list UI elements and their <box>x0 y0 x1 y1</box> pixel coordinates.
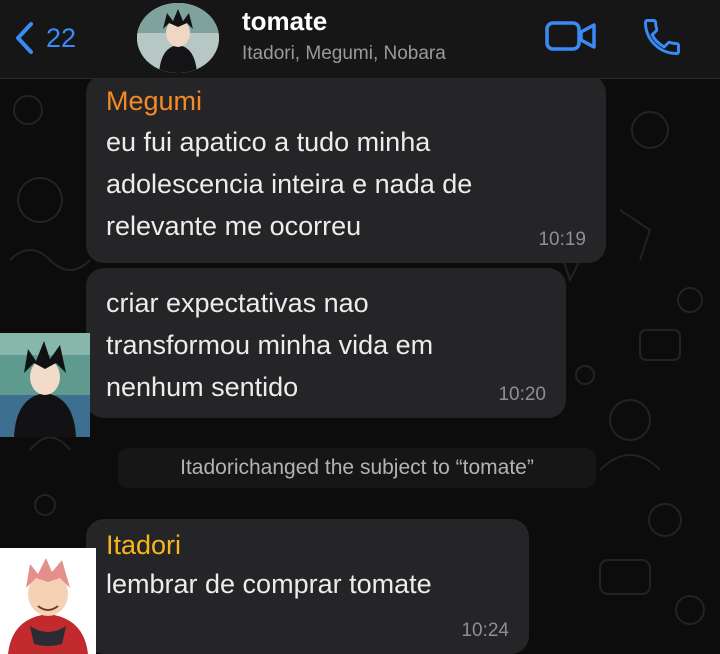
back-button[interactable]: 22 <box>14 18 76 58</box>
unread-count: 22 <box>46 22 77 53</box>
chevron-left-icon <box>16 22 33 54</box>
message-text: lembrar de comprar tomate <box>106 563 509 605</box>
message-line: adolescencia inteira e nada de <box>106 169 473 199</box>
message-time: 10:20 <box>498 384 546 405</box>
message-line: lembrar de comprar tomate <box>106 569 432 599</box>
message-bubble[interactable]: criar expectativas nao transformou minha… <box>86 268 566 418</box>
voice-call-button[interactable] <box>640 15 684 64</box>
group-avatar[interactable] <box>137 3 219 73</box>
message-line: transformou minha vida em <box>106 330 434 360</box>
message-line: nenhum sentido <box>106 372 299 402</box>
avatar-itadori[interactable] <box>0 548 96 654</box>
avatar-megumi[interactable] <box>0 333 90 437</box>
sender-name: Megumi <box>106 86 203 116</box>
video-camera-icon <box>545 21 596 51</box>
message-time: 10:24 <box>461 620 509 641</box>
message-bubble[interactable]: Itadori lembrar de comprar tomate 10:24 <box>86 519 529 654</box>
message-text: eu fui apatico a tudo minha adolescencia… <box>106 121 586 247</box>
message-time: 10:19 <box>538 229 586 250</box>
sender-name: Itadori <box>106 530 182 560</box>
message-text: criar expectativas nao transformou minha… <box>106 282 546 408</box>
system-message: Itadorichanged the subject to “tomate” <box>118 448 596 488</box>
message-line: eu fui apatico a tudo minha <box>106 127 431 157</box>
message-bubble[interactable]: Megumi eu fui apatico a tudo minha adole… <box>86 75 606 263</box>
phone-icon <box>644 19 680 55</box>
message-line: criar expectativas nao <box>106 288 369 318</box>
video-call-button[interactable] <box>545 20 597 57</box>
chat-header: 22 tomate Itadori, Megumi, Nobara <box>0 0 720 79</box>
chat-title[interactable]: tomate <box>242 6 327 37</box>
participants-list[interactable]: Itadori, Megumi, Nobara <box>242 43 446 65</box>
message-line: relevante me ocorreu <box>106 211 362 241</box>
